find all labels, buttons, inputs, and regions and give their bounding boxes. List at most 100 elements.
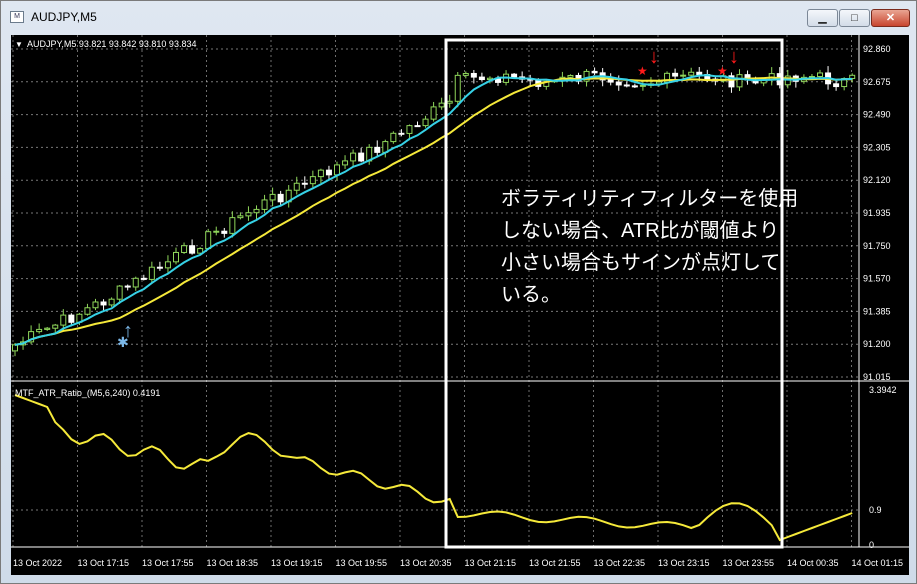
price-label: 91.015 xyxy=(863,372,891,382)
candle-body xyxy=(237,215,244,219)
chart-window-icon: M xyxy=(10,11,24,23)
sell-star-icon: ★ xyxy=(717,64,728,78)
candle-body xyxy=(358,152,365,162)
axis-labels: 92.860 92.675 92.490 92.305 92.120 91.935 91.7… xyxy=(13,44,903,568)
price-label: 92.860 xyxy=(863,44,891,54)
candle-body xyxy=(438,102,445,108)
price-label: 91.750 xyxy=(863,241,891,251)
time-label: 13 Oct 19:55 xyxy=(336,558,388,568)
candle-body xyxy=(342,160,349,166)
candle-body xyxy=(205,231,212,250)
minimize-button[interactable]: ▁ xyxy=(807,9,838,27)
annotation-line: いる。 xyxy=(501,284,561,306)
candle-body xyxy=(132,277,139,288)
candle-body xyxy=(301,182,308,185)
candle-body xyxy=(245,212,252,217)
time-label: 13 Oct 20:35 xyxy=(400,558,452,568)
candle-body xyxy=(325,169,332,176)
candle-body xyxy=(52,324,59,329)
time-label: 13 Oct 21:55 xyxy=(529,558,581,568)
candle-body xyxy=(269,193,276,201)
candle-body xyxy=(623,84,630,87)
close-button[interactable]: ✕ xyxy=(871,9,910,27)
candle-body xyxy=(293,182,300,191)
candle-body xyxy=(454,74,461,102)
candle-body xyxy=(253,208,260,214)
price-label: 92.675 xyxy=(863,77,891,87)
candle-body xyxy=(422,118,429,127)
candle-body xyxy=(567,74,574,78)
price-label: 91.570 xyxy=(863,274,891,284)
scale-label: 0 xyxy=(869,540,874,550)
time-label: 13 Oct 19:15 xyxy=(271,558,323,568)
time-label: 13 Oct 18:35 xyxy=(207,558,259,568)
candle-body xyxy=(833,83,840,88)
candle-body xyxy=(277,193,284,203)
price-label: 91.385 xyxy=(863,306,891,316)
terminal-window: M AUDJPY,M5 ▁ □ ✕ ↑ ✱ ↓ ★ ↓ ★ 92.860 92.675 92.… xyxy=(0,0,917,584)
time-label: 13 Oct 21:15 xyxy=(465,558,517,568)
time-label: 13 Oct 23:15 xyxy=(658,558,710,568)
candle-body xyxy=(148,266,155,280)
candle-body xyxy=(736,74,743,88)
candle-body xyxy=(478,76,485,81)
candle-body xyxy=(164,261,171,269)
annotation-text: ボラティリティフィルターを使用 しない場合、ATR比が閾値より 小さい場合もサイ… xyxy=(501,187,798,306)
candle-body xyxy=(84,307,91,315)
candle-body xyxy=(221,230,228,234)
indicator-label: MTF_ATR_Ratio_(M5,6,240) 0.4191 xyxy=(15,388,160,398)
sell-star-icon: ★ xyxy=(637,64,648,78)
candle-body xyxy=(672,72,679,77)
candle-body xyxy=(317,169,324,178)
candle-body xyxy=(398,132,405,135)
time-label: 13 Oct 2022 xyxy=(13,558,62,568)
price-label: 92.490 xyxy=(863,110,891,120)
title-bar[interactable]: M AUDJPY,M5 ▁ □ ✕ xyxy=(1,1,916,33)
candle-body xyxy=(140,277,147,280)
price-label: 92.120 xyxy=(863,175,891,185)
candle-body xyxy=(615,81,622,86)
price-label: 91.935 xyxy=(863,208,891,218)
candle-body xyxy=(173,251,179,263)
time-label: 13 Oct 23:55 xyxy=(723,558,775,568)
grid-lines xyxy=(11,35,909,548)
candle-body xyxy=(189,245,196,254)
annotation-line: 小さい場合もサインが点灯して xyxy=(501,251,780,274)
candle-body xyxy=(639,84,646,87)
chart-menu-arrow[interactable]: ▼ xyxy=(15,40,23,49)
candle-body xyxy=(44,327,51,330)
time-label: 13 Oct 17:15 xyxy=(78,558,130,568)
candle-body xyxy=(511,73,518,78)
candle-body xyxy=(213,230,220,233)
candle-body xyxy=(817,72,823,77)
candle-body xyxy=(470,72,477,78)
candle-body xyxy=(406,125,413,134)
candle-body xyxy=(124,285,131,288)
candle-body xyxy=(36,328,43,333)
price-label: 91.200 xyxy=(863,339,891,349)
candle-body xyxy=(430,106,437,120)
candle-body xyxy=(696,71,703,76)
chart-area[interactable]: ↑ ✱ ↓ ★ ↓ ★ 92.860 92.675 92.490 92.305 92.120 91.… xyxy=(11,35,909,575)
annotation-box xyxy=(444,38,784,549)
annotation-line: ボラティリティフィルターを使用 xyxy=(501,187,798,210)
time-label: 13 Oct 22:35 xyxy=(594,558,646,568)
time-label: 14 Oct 01:15 xyxy=(852,558,904,568)
candle-body xyxy=(462,72,469,76)
candle-body xyxy=(309,176,316,185)
sell-arrow-icon: ↓ xyxy=(729,46,739,68)
candle-body xyxy=(680,74,687,77)
candle-body xyxy=(116,285,123,300)
window-title: AUDJPY,M5 xyxy=(31,10,97,24)
time-label: 13 Oct 17:55 xyxy=(142,558,194,568)
scale-label: 0.9 xyxy=(869,505,882,515)
candle-body xyxy=(334,164,340,176)
candle-body xyxy=(390,132,397,143)
candle-body xyxy=(261,199,268,210)
scale-label: 3.3942 xyxy=(869,385,897,395)
symbol-info: AUDJPY,M5 93.821 93.842 93.810 93.834 xyxy=(27,39,196,49)
maximize-button[interactable]: □ xyxy=(839,9,870,27)
candle-body xyxy=(414,125,421,128)
candle-body xyxy=(100,301,107,306)
candlestick-series xyxy=(12,66,856,357)
